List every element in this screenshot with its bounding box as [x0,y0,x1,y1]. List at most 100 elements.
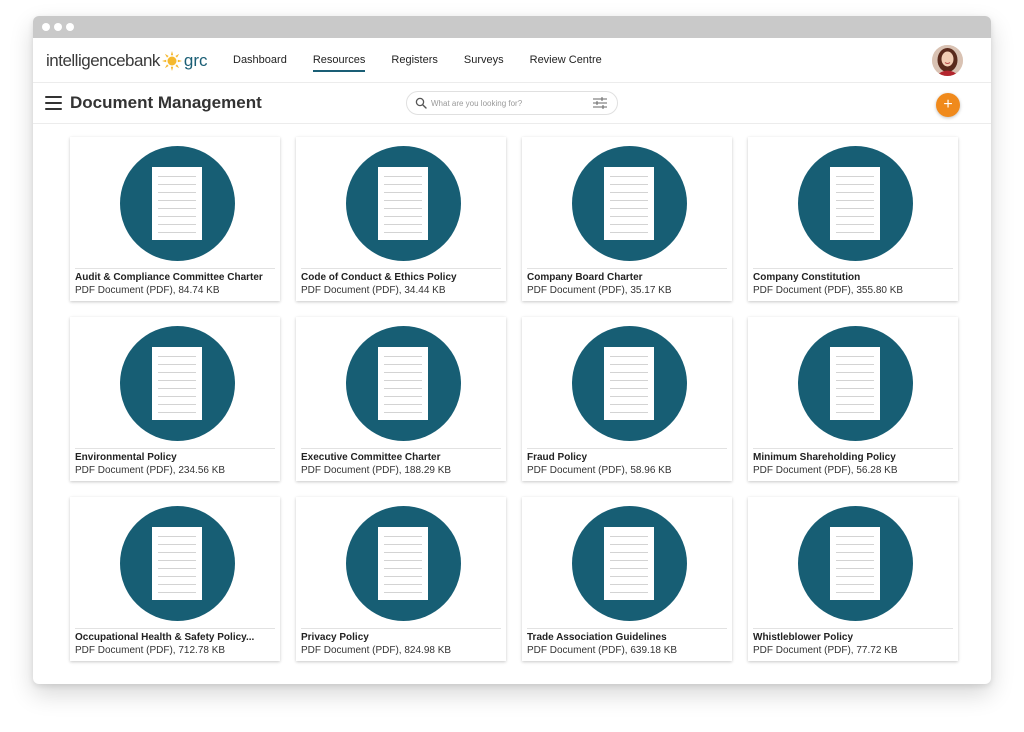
plus-icon: + [943,96,953,113]
document-thumbnail [798,326,913,441]
document-meta: PDF Document (PDF), 355.80 KB [753,285,904,296]
nav-surveys[interactable]: Surveys [464,38,504,82]
document-meta: PDF Document (PDF), 34.44 KB [301,285,446,296]
document-icon [604,347,654,420]
document-thumbnail [572,326,687,441]
document-icon [378,527,428,600]
document-icon [830,347,880,420]
document-card[interactable]: Privacy Policy PDF Document (PDF), 824.9… [296,497,506,661]
card-divider [753,628,953,629]
document-card[interactable]: Minimum Shareholding Policy PDF Document… [748,317,958,481]
card-divider [301,628,501,629]
document-title: Audit & Compliance Committee Charter [75,272,263,283]
document-title: Fraud Policy [527,452,588,463]
document-title: Minimum Shareholding Policy [753,452,896,463]
document-thumbnail [798,146,913,261]
brand-product: grc [183,51,208,70]
nav-dashboard[interactable]: Dashboard [233,38,287,82]
document-meta: PDF Document (PDF), 58.96 KB [527,465,672,476]
card-divider [75,448,275,449]
document-card[interactable]: Fraud Policy PDF Document (PDF), 58.96 K… [522,317,732,481]
document-meta: PDF Document (PDF), 56.28 KB [753,465,898,476]
document-title: Executive Committee Charter [301,452,441,463]
window-titlebar [33,16,991,38]
app-window: intelligencebank grc Dashboard Resources [33,16,991,684]
document-thumbnail [346,506,461,621]
card-divider [75,268,275,269]
document-card[interactable]: Trade Association Guidelines PDF Documen… [522,497,732,661]
document-icon [830,527,880,600]
card-divider [301,268,501,269]
document-card[interactable]: Occupational Health & Safety Policy... P… [70,497,280,661]
brand-name: intelligencebank [46,51,160,70]
document-meta: PDF Document (PDF), 712.78 KB [75,645,226,656]
document-meta: PDF Document (PDF), 234.56 KB [75,465,226,476]
document-meta: PDF Document (PDF), 824.98 KB [301,645,452,656]
filter-sliders-icon[interactable] [593,97,607,109]
search-input[interactable] [431,95,581,111]
window-control-dot[interactable] [42,23,50,31]
avatar-image [932,45,963,76]
document-title: Code of Conduct & Ethics Policy [301,272,457,283]
document-card[interactable]: Code of Conduct & Ethics Policy PDF Docu… [296,137,506,301]
window-control-dot[interactable] [66,23,74,31]
document-title: Company Constitution [753,272,861,283]
document-card[interactable]: Environmental Policy PDF Document (PDF),… [70,317,280,481]
page-header: Document Management [33,83,991,124]
main-nav: Dashboard Resources Registers Surveys Re… [233,38,628,82]
nav-review-centre[interactable]: Review Centre [530,38,602,82]
document-meta: PDF Document (PDF), 35.17 KB [527,285,672,296]
brand-logo[interactable]: intelligencebank grc [46,51,208,71]
document-card[interactable]: Executive Committee Charter PDF Document… [296,317,506,481]
search-bar [406,91,618,115]
top-navbar: intelligencebank grc Dashboard Resources [33,38,991,83]
document-icon [152,347,202,420]
document-meta: PDF Document (PDF), 84.74 KB [75,285,220,296]
document-thumbnail [120,326,235,441]
document-title: Environmental Policy [75,452,177,463]
card-divider [753,268,953,269]
document-grid: Audit & Compliance Committee Charter PDF… [70,137,958,661]
document-icon [604,527,654,600]
document-title: Occupational Health & Safety Policy... [75,632,255,643]
card-divider [527,268,727,269]
document-title: Trade Association Guidelines [527,632,667,643]
document-meta: PDF Document (PDF), 77.72 KB [753,645,898,656]
hamburger-menu-icon[interactable] [45,96,62,110]
document-title: Whistleblower Policy [753,632,854,643]
document-thumbnail [120,146,235,261]
document-meta: PDF Document (PDF), 188.29 KB [301,465,452,476]
card-divider [527,628,727,629]
document-icon [378,167,428,240]
card-divider [301,448,501,449]
document-thumbnail [120,506,235,621]
document-icon [378,347,428,420]
document-icon [152,167,202,240]
card-divider [753,448,953,449]
document-thumbnail [572,146,687,261]
document-title: Company Board Charter [527,272,643,283]
user-avatar[interactable] [932,45,963,76]
document-title: Privacy Policy [301,632,369,643]
document-card[interactable]: Audit & Compliance Committee Charter PDF… [70,137,280,301]
window-control-dot[interactable] [54,23,62,31]
document-card[interactable]: Company Constitution PDF Document (PDF),… [748,137,958,301]
add-resource-button[interactable]: + [936,93,960,117]
document-thumbnail [346,146,461,261]
nav-resources[interactable]: Resources [312,38,365,82]
document-card[interactable]: Company Board Charter PDF Document (PDF)… [522,137,732,301]
sun-logo-icon [161,51,182,71]
document-icon [604,167,654,240]
document-meta: PDF Document (PDF), 639.18 KB [527,645,678,656]
document-thumbnail [346,326,461,441]
document-card[interactable]: Whistleblower Policy PDF Document (PDF),… [748,497,958,661]
document-icon [152,527,202,600]
card-divider [75,628,275,629]
nav-registers[interactable]: Registers [391,38,437,82]
document-icon [830,167,880,240]
document-thumbnail [798,506,913,621]
document-thumbnail [572,506,687,621]
search-icon [415,97,427,109]
card-divider [527,448,727,449]
page-title: Document Management [70,93,262,112]
